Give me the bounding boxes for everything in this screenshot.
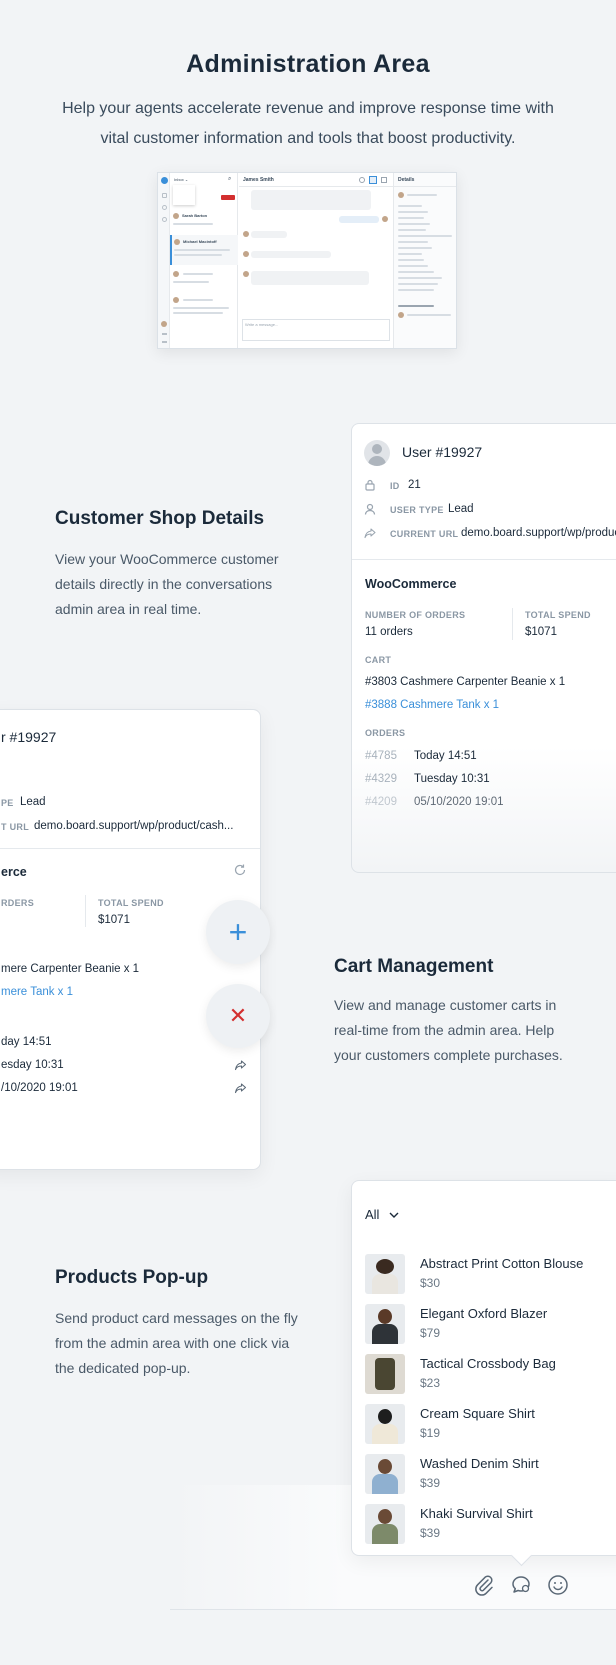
cart-item[interactable]: mere Tank x 1 [1, 986, 73, 998]
cart-item[interactable]: mere Carpenter Beanie x 1 [1, 963, 139, 975]
id-value: 21 [408, 479, 421, 491]
current-url-value[interactable]: demo.board.support/wp/produc [461, 527, 616, 539]
admin-screenshot: Inbox ⌄ ⌕ Sarah Barton Michael Macintoff… [157, 172, 457, 349]
order-id[interactable]: #4209 [365, 796, 397, 808]
product-image [365, 1354, 405, 1394]
mini-conversation-list: Inbox ⌄ ⌕ Sarah Barton Michael Macintoff [170, 173, 238, 348]
current-url-label: CURRENT URL [390, 529, 459, 539]
mini-details-label: Details [398, 177, 415, 183]
current-url-label: T URL [1, 822, 29, 832]
product-image [365, 1304, 405, 1344]
product-image [365, 1454, 405, 1494]
cart-management-text: View and manage customer carts in real-t… [334, 997, 563, 1063]
user-name: User #19927 [402, 444, 483, 460]
woocommerce-title: erce [1, 865, 27, 879]
product-name: Tactical Crossbody Bag [420, 1356, 556, 1371]
order-date: Tuesday 10:31 [414, 773, 490, 785]
product-price: $23 [420, 1376, 441, 1390]
product-price: $30 [420, 1276, 441, 1290]
product-name: Elegant Oxford Blazer [420, 1306, 548, 1321]
mini-agent-2: Michael Macintoff [183, 239, 217, 244]
order-id[interactable]: #4329 [365, 773, 397, 785]
add-product-button[interactable]: + [206, 900, 270, 964]
chevron-down-icon [389, 1207, 399, 1222]
product-image [365, 1404, 405, 1444]
order-date: Today 14:51 [414, 750, 477, 762]
total-spend-value: $1071 [98, 914, 130, 926]
mini-agent-1: Sarah Barton [182, 213, 208, 218]
current-url-value[interactable]: demo.board.support/wp/product/cash... [34, 820, 233, 832]
user-icon [364, 503, 376, 517]
orders-count-label: RDERS [1, 898, 35, 908]
product-price: $39 [420, 1526, 441, 1540]
lock-icon [364, 479, 376, 493]
share-icon [364, 527, 376, 541]
product-name: Khaki Survival Shirt [420, 1506, 533, 1521]
cart-management-title: Cart Management [334, 956, 494, 977]
user-name: r #19927 [1, 729, 57, 745]
remove-product-button[interactable]: ✕ [206, 984, 270, 1048]
user-type-label: PE [1, 798, 14, 808]
user-type-value: Lead [20, 796, 46, 808]
product-name: Abstract Print Cotton Blouse [420, 1256, 584, 1271]
product-name: Cream Square Shirt [420, 1406, 535, 1421]
id-label: ID [390, 481, 400, 491]
order-id[interactable]: #4785 [365, 750, 397, 762]
paperclip-icon[interactable] [473, 1574, 495, 1596]
refresh-icon[interactable] [233, 863, 247, 878]
order-date: day 14:51 [1, 1036, 52, 1048]
user-type-value: Lead [448, 503, 474, 515]
shop-details-text: View your WooCommerce customer details d… [55, 551, 279, 617]
order-date: /10/2020 19:01 [1, 1082, 78, 1094]
order-date: 05/10/2020 19:01 [414, 796, 504, 808]
orders-count-value: 11 orders [365, 626, 413, 638]
mini-details: Details [393, 173, 456, 348]
page-subtitle: Help your agents accelerate revenue and … [62, 100, 554, 147]
page-title: Administration Area [186, 50, 430, 78]
product-image [365, 1504, 405, 1544]
mini-nav [158, 173, 170, 348]
emoji-icon[interactable] [547, 1574, 569, 1596]
woocommerce-title: WooCommerce [365, 577, 457, 591]
mini-conversation-name: James Smith [243, 177, 274, 183]
user-details-card: User #19927 ID 21 USER TYPE Lead CURRENT… [351, 423, 616, 873]
order-date: esday 10:31 [1, 1059, 64, 1071]
chat-product-icon[interactable] [510, 1574, 532, 1596]
close-icon: ✕ [228, 1003, 248, 1028]
filter-dropdown[interactable]: All [365, 1207, 399, 1222]
orders-count-label: NUMBER OF ORDERS [365, 610, 466, 620]
product-price: $39 [420, 1476, 441, 1490]
shop-details-title: Customer Shop Details [55, 508, 265, 529]
total-spend-value: $1071 [525, 626, 557, 638]
cart-item[interactable]: #3803 Cashmere Carpenter Beanie x 1 [365, 676, 565, 688]
user-type-label: USER TYPE [390, 505, 444, 515]
products-popup-text: Send product card messages on the fly fr… [55, 1310, 298, 1376]
total-spend-label: TOTAL SPEND [98, 898, 164, 908]
cart-label: CART [365, 655, 392, 665]
mini-message-input: Write a message... [245, 322, 279, 327]
mini-chat: James Smith Write a message... [239, 173, 393, 348]
product-price: $79 [420, 1326, 441, 1340]
avatar [364, 440, 390, 466]
orders-label: ORDERS [365, 728, 406, 738]
cart-item[interactable]: #3888 Cashmere Tank x 1 [365, 699, 499, 711]
products-popup-title: Products Pop-up [55, 1267, 209, 1288]
total-spend-label: TOTAL SPEND [525, 610, 591, 620]
share-icon[interactable] [234, 1082, 247, 1096]
plus-icon: + [228, 914, 248, 950]
product-image [365, 1254, 405, 1294]
product-price: $19 [420, 1426, 441, 1440]
filter-label: All [365, 1207, 380, 1222]
share-icon[interactable] [234, 1059, 247, 1073]
products-popup: All Abstract Print Cotton Blouse $30 Ele… [351, 1180, 616, 1556]
product-name: Washed Denim Shirt [420, 1456, 539, 1471]
